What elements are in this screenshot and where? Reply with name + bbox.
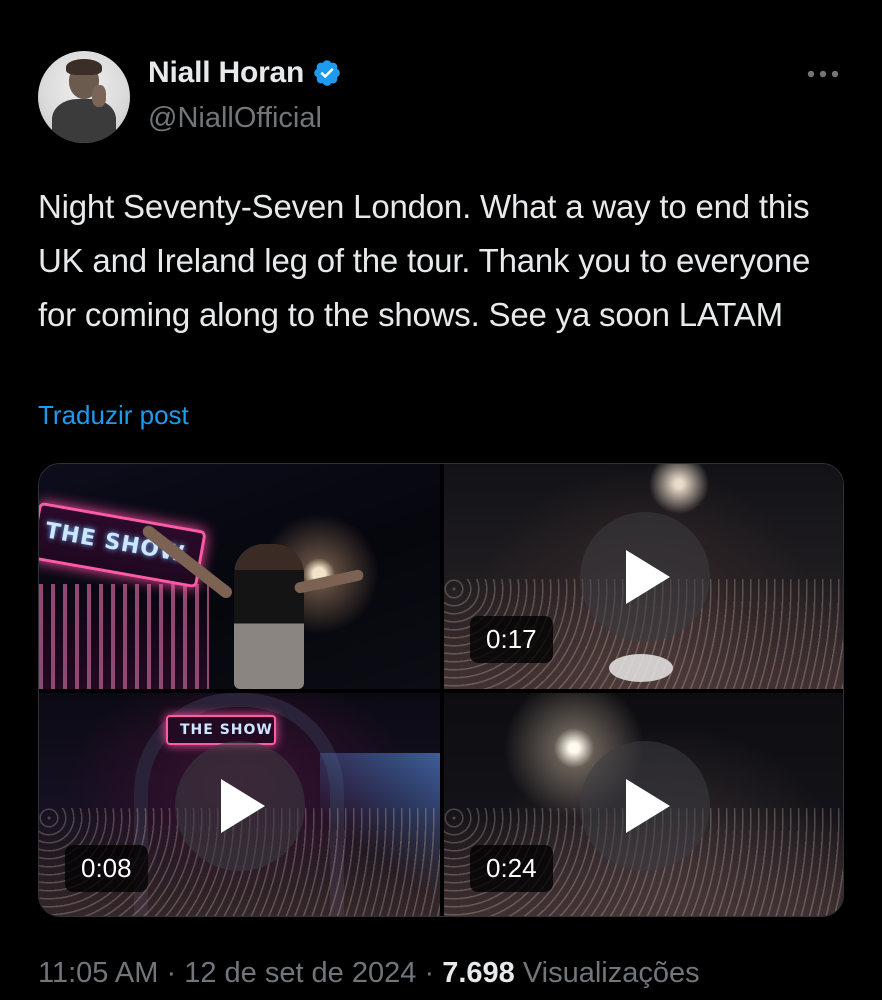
media-video-2[interactable]: THE SHOW 0:08 <box>39 693 440 916</box>
views-label: Visualizações <box>522 957 700 989</box>
translate-post-link[interactable]: Traduzir post <box>38 400 189 431</box>
video-duration: 0:17 <box>470 616 553 663</box>
tweet: Niall Horan @NiallOfficial Night Seventy… <box>0 0 882 1000</box>
author-handle[interactable]: @NiallOfficial <box>148 102 322 135</box>
avatar[interactable] <box>38 51 130 143</box>
play-button[interactable] <box>579 740 710 871</box>
play-icon <box>220 778 265 833</box>
play-icon <box>625 549 670 604</box>
post-text: Night Seventy-Seven London. What a way t… <box>38 188 811 333</box>
stage-sign: THE SHOW <box>166 715 276 745</box>
post-meta: 11:05 AM · 12 de set de 2024 · 7.698 Vis… <box>38 957 700 990</box>
author-name-row: Niall Horan <box>148 56 342 90</box>
media-grid: THE SHOW 0:17 THE SHOW 0:08 0:24 <box>38 463 844 917</box>
author-name[interactable]: Niall Horan <box>148 56 304 90</box>
video-duration: 0:24 <box>470 845 553 892</box>
meta-separator: · <box>424 957 435 989</box>
play-button[interactable] <box>579 511 710 642</box>
meta-separator: · <box>166 957 177 989</box>
play-button[interactable] <box>174 740 305 871</box>
views-count: 7.698 <box>442 957 515 989</box>
video-duration: 0:08 <box>65 845 148 892</box>
play-icon <box>625 778 670 833</box>
media-video-1[interactable]: 0:17 <box>444 464 843 689</box>
post-time[interactable]: 11:05 AM <box>38 957 158 989</box>
more-options-icon[interactable] <box>805 66 841 82</box>
verified-badge-icon <box>314 60 340 86</box>
stage-sign-text: THE SHOW <box>180 722 273 738</box>
media-video-3[interactable]: 0:24 <box>444 693 843 916</box>
post-date[interactable]: 12 de set de 2024 <box>184 957 416 989</box>
media-photo-1[interactable]: THE SHOW <box>39 464 440 689</box>
performer-figure <box>234 544 304 689</box>
